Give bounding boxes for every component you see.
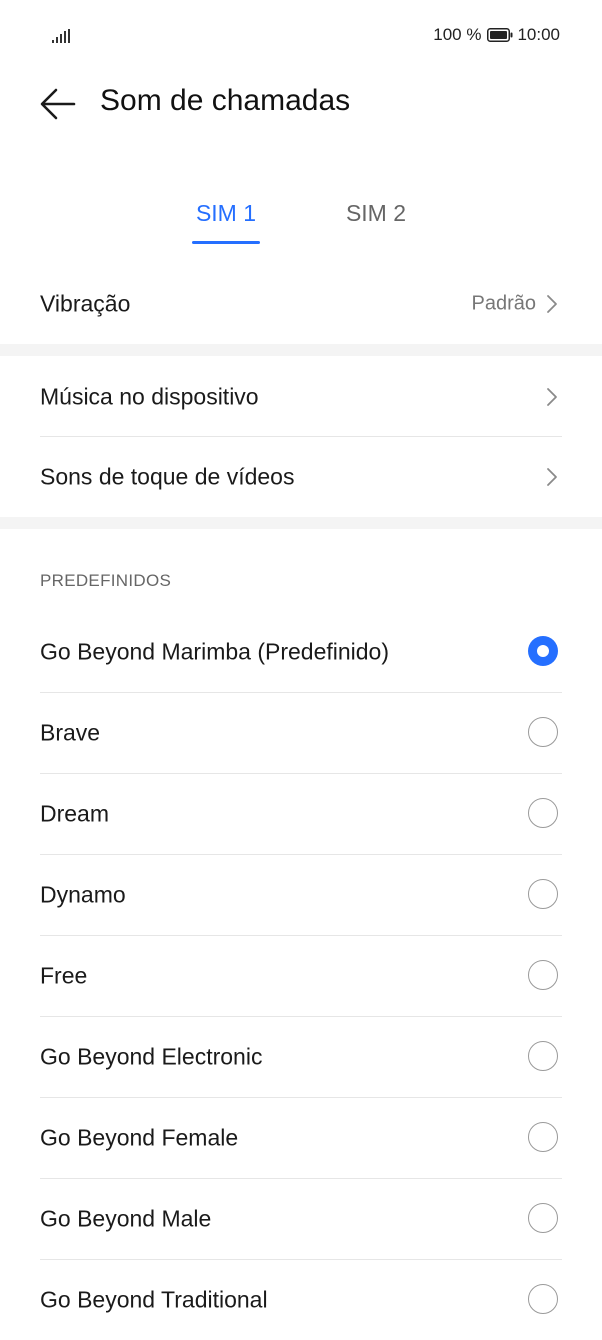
ringtone-label: Dynamo [40, 881, 126, 908]
radio-unselected[interactable] [528, 717, 558, 747]
ringtone-item[interactable]: Dynamo [0, 855, 602, 935]
battery-icon [487, 28, 513, 42]
vibration-value: Padrão [471, 292, 537, 315]
status-time: 10:00 [517, 25, 560, 44]
radio-selected[interactable] [528, 636, 558, 666]
device-music-label: Música no dispositivo [40, 383, 259, 410]
radio-unselected[interactable] [528, 1041, 558, 1071]
arrow-left-icon[interactable] [38, 86, 78, 122]
radio-unselected[interactable] [528, 1284, 558, 1314]
ringtone-label: Go Beyond Male [40, 1205, 212, 1232]
ringtone-item[interactable]: Dream [0, 774, 602, 854]
ringtone-label: Go Beyond Female [40, 1124, 239, 1151]
battery-percent: 100 % [433, 25, 482, 44]
status-bar: 100 % 10:00 [0, 0, 602, 72]
chevron-right-icon [547, 295, 557, 313]
device-music-row[interactable]: Música no dispositivo [0, 357, 602, 437]
vibration-row[interactable]: Vibração Padrão [0, 264, 602, 344]
ringtone-label: Brave [40, 719, 101, 746]
ringtone-label: Go Beyond Electronic [40, 1043, 263, 1070]
tab-sim-1[interactable]: SIM 1 [190, 200, 262, 227]
vibration-label: Vibração [40, 290, 131, 317]
signal-icon [52, 29, 70, 43]
presets-section-title: PREDEFINIDOS [40, 571, 172, 590]
ringtone-item[interactable]: Go Beyond Male [0, 1179, 602, 1259]
ringtone-item[interactable]: Go Beyond Electronic [0, 1017, 602, 1097]
radio-unselected[interactable] [528, 879, 558, 909]
ringtone-item[interactable]: Free [0, 936, 602, 1016]
radio-unselected[interactable] [528, 798, 558, 828]
tab-sim-2[interactable]: SIM 2 [340, 200, 412, 227]
section-separator [0, 344, 602, 356]
ringtone-label: Free [40, 962, 88, 989]
chevron-right-icon [547, 468, 557, 486]
radio-unselected[interactable] [528, 1122, 558, 1152]
section-separator [0, 517, 602, 529]
ringtone-label: Dream [40, 800, 110, 827]
tab-indicator [192, 241, 260, 244]
page-title: Som de chamadas [100, 84, 351, 117]
video-ringtones-row[interactable]: Sons de toque de vídeos [0, 437, 602, 517]
app-header: Som de chamadas [0, 72, 602, 136]
ringtone-item[interactable]: Go Beyond Marimba (Predefinido) [0, 612, 602, 692]
ringtone-item[interactable]: Brave [0, 693, 602, 773]
radio-unselected[interactable] [528, 960, 558, 990]
chevron-right-icon [547, 388, 557, 406]
ringtone-label: Go Beyond Traditional [40, 1286, 268, 1313]
ringtone-label: Go Beyond Marimba (Predefinido) [40, 638, 389, 665]
ringtone-item[interactable]: Go Beyond Female [0, 1098, 602, 1178]
sim-tabs: SIM 1 SIM 2 [0, 190, 602, 250]
radio-unselected[interactable] [528, 1203, 558, 1233]
ringtone-item[interactable]: Go Beyond Traditional [0, 1260, 602, 1340]
video-ringtones-label: Sons de toque de vídeos [40, 463, 295, 490]
